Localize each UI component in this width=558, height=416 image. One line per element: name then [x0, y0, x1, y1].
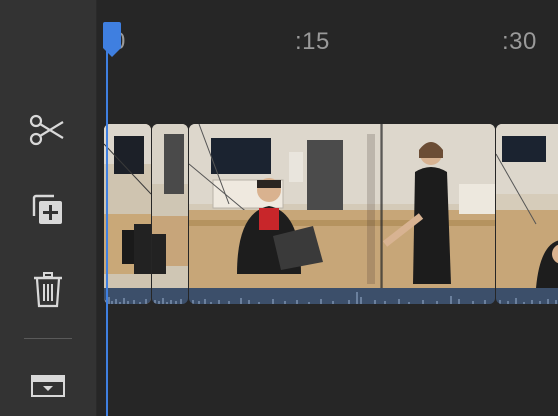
playhead-handle[interactable] — [101, 22, 123, 58]
duplicate-button[interactable] — [24, 190, 72, 230]
delete-button[interactable] — [24, 270, 72, 310]
frame-divider — [381, 124, 383, 288]
audio-waveform — [104, 288, 151, 304]
clip-thumbnail — [189, 124, 495, 288]
scissors-icon — [29, 114, 64, 146]
toolbar-divider — [24, 338, 72, 339]
video-track — [104, 124, 558, 304]
video-clip-selected[interactable] — [104, 124, 151, 304]
trash-icon — [34, 272, 62, 308]
clip-thumbnail — [496, 124, 558, 288]
time-ruler[interactable]: 0 :15 :30 — [97, 0, 558, 90]
video-clip[interactable] — [189, 124, 495, 304]
tool-sidebar — [0, 0, 97, 416]
clip-thumbnail — [152, 124, 188, 288]
video-clip[interactable] — [152, 124, 188, 304]
split-button[interactable] — [24, 110, 72, 150]
collapse-panel-button[interactable] — [24, 366, 72, 406]
playhead-line — [106, 40, 108, 416]
duplicate-plus-icon — [32, 194, 62, 224]
panel-collapse-icon — [31, 375, 65, 397]
audio-waveform — [496, 288, 558, 304]
clip-thumbnail — [104, 124, 151, 288]
video-clip[interactable] — [496, 124, 558, 304]
ruler-label-30: :30 — [502, 28, 537, 55]
ruler-label-15: :15 — [295, 28, 330, 55]
audio-waveform — [189, 288, 495, 304]
audio-waveform — [152, 288, 188, 304]
